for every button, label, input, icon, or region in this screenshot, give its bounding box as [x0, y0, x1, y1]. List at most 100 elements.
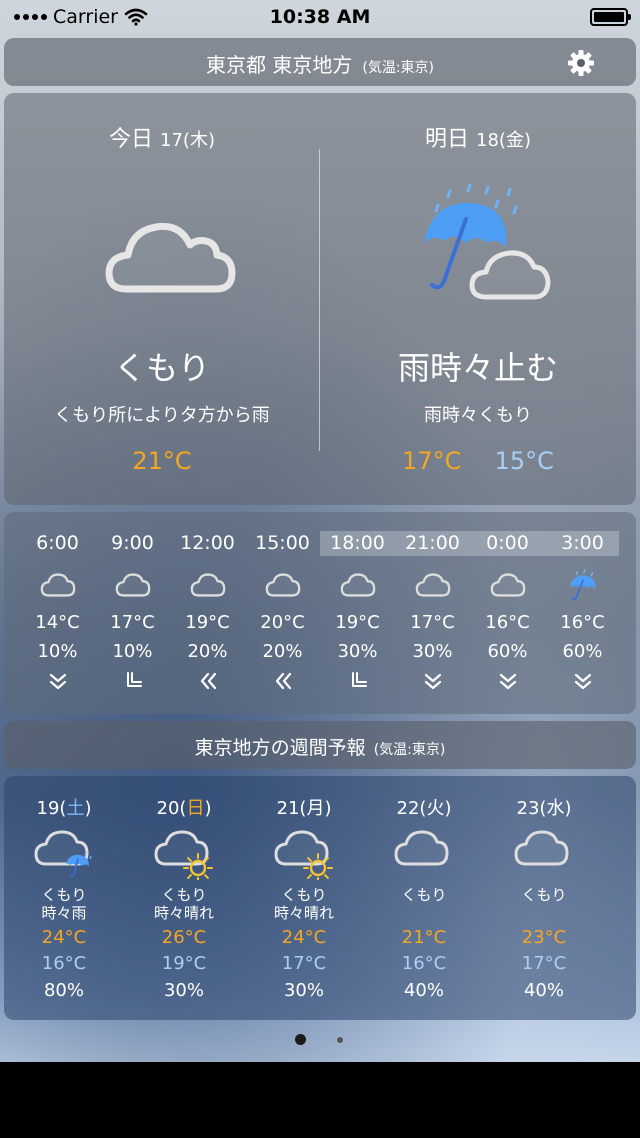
umbrella-icon	[564, 568, 602, 602]
tomorrow-condition: 雨時々止む	[397, 349, 558, 387]
today-tomorrow-panel: 今日 17(木) くもり くもり所によりタ方から雨 21°C 明日 18(金)	[4, 93, 636, 505]
weekly-condition: くもり	[521, 886, 567, 904]
hourly-forecast-panel: 6:00 14°C 10% 9:00 17°C 10% 12:00 19°C 2…	[4, 512, 636, 714]
weekly-high-temp: 24°C	[41, 927, 87, 948]
cloud-icon	[264, 568, 302, 602]
weekly-pop: 40%	[523, 980, 564, 1001]
hourly-pop: 60%	[487, 641, 528, 662]
double-chevron-down-icon	[572, 670, 594, 692]
hourly-pop: 10%	[112, 641, 153, 662]
bottom-bar	[0, 1062, 640, 1138]
cloud-sun-icon	[154, 824, 216, 883]
hourly-item: 0:00 16°C 60%	[470, 512, 545, 714]
tomorrow-label: 明日	[425, 127, 470, 152]
weekly-high-temp: 24°C	[281, 927, 327, 948]
weekly-date: 23(水)	[516, 798, 572, 819]
settings-gear-icon[interactable]	[566, 48, 596, 78]
weekly-title-row: 東京地方の週間予報 (気温:東京)	[4, 733, 636, 760]
cloud-icon	[514, 824, 576, 880]
weekly-subtitle: (気温:東京)	[373, 742, 446, 758]
hourly-pop: 10%	[37, 641, 78, 662]
page-dot-inactive[interactable]	[337, 1037, 343, 1043]
weekly-high-temp: 21°C	[401, 927, 447, 948]
weekly-title: 東京地方の週間予報	[194, 737, 366, 759]
hourly-time: 12:00	[180, 532, 235, 554]
weekly-condition: くもり 時々雨	[41, 886, 87, 922]
hourly-item: 6:00 14°C 10%	[20, 512, 95, 714]
cloud-icon	[105, 222, 236, 293]
corner-arrow-icon	[122, 670, 144, 692]
umbrella-rain-cloud-icon	[424, 183, 551, 300]
battery-icon	[590, 8, 631, 26]
weekly-condition: くもり	[401, 886, 447, 904]
today-high-temp: 21°C	[132, 447, 192, 475]
tomorrow-high-temp: 17°C	[402, 447, 462, 475]
today-date: 17(木)	[160, 130, 215, 151]
weekly-condition: くもり 時々晴れ	[273, 886, 334, 922]
status-bar: Carrier 10:38 AM	[0, 0, 640, 34]
weekly-weekday: 月	[306, 798, 325, 819]
weekly-pop: 80%	[43, 980, 84, 1001]
cloud-icon	[339, 568, 377, 602]
hourly-pop: 30%	[412, 641, 453, 662]
tomorrow-heading: 明日 18(金)	[320, 121, 636, 153]
weekly-high-temp: 23°C	[521, 927, 567, 948]
double-chevron-down-icon	[497, 670, 519, 692]
hourly-pop: 30%	[337, 641, 378, 662]
cloud-icon	[414, 568, 452, 602]
cloud-icon	[114, 568, 152, 602]
hourly-item: 9:00 17°C 10%	[95, 512, 170, 714]
weekly-low-temp: 16°C	[401, 953, 447, 974]
location-subtitle: (気温:東京)	[362, 60, 434, 76]
hourly-pop: 20%	[262, 641, 303, 662]
hourly-pop: 60%	[562, 641, 603, 662]
weekly-day-item: 23(水) くもり 23°C 17°C 40%	[484, 776, 604, 1020]
weekly-low-temp: 16°C	[41, 953, 87, 974]
weekly-high-temp: 26°C	[161, 927, 207, 948]
page-indicator[interactable]	[0, 1032, 640, 1046]
hourly-temp: 19°C	[185, 612, 230, 633]
weekly-weekday: 水	[546, 798, 565, 819]
today-temps: 21°C	[4, 447, 320, 475]
today-label: 今日	[109, 127, 154, 152]
weekly-date: 19(土)	[36, 798, 92, 819]
hourly-temp: 19°C	[335, 612, 380, 633]
hourly-temp: 14°C	[35, 612, 80, 633]
hourly-temp: 17°C	[110, 612, 155, 633]
weekly-date: 20(日)	[156, 798, 212, 819]
weekly-low-temp: 17°C	[281, 953, 327, 974]
status-time: 10:38 AM	[269, 6, 371, 28]
weekly-weekday: 土	[66, 798, 85, 819]
weekly-pop: 30%	[283, 980, 324, 1001]
hourly-time: 18:00	[330, 532, 385, 554]
location-title-row: 東京都 東京地方 (気温:東京)	[4, 49, 636, 78]
today-heading: 今日 17(木)	[4, 121, 320, 153]
hourly-item: 21:00 17°C 30%	[395, 512, 470, 714]
hourly-temp: 16°C	[485, 612, 530, 633]
weekly-forecast-panel: 19(土) くもり 時々雨 24°C 16°C 80% 20(日) くもり 時々晴れ…	[4, 776, 636, 1020]
hourly-temp: 20°C	[260, 612, 305, 633]
today-detail: くもり所によりタ方から雨	[54, 405, 270, 426]
page-dot-active[interactable]	[295, 1034, 306, 1045]
weekly-day-item: 20(日) くもり 時々晴れ 26°C 19°C 30%	[124, 776, 244, 1020]
tomorrow-detail: 雨時々くもり	[424, 405, 532, 426]
hourly-time: 3:00	[561, 532, 604, 554]
hourly-time: 15:00	[255, 532, 310, 554]
double-chevron-down-icon	[422, 670, 444, 692]
double-chevron-left-icon	[197, 670, 219, 692]
hourly-item: 15:00 20°C 20%	[245, 512, 320, 714]
weekly-day-item: 19(土) くもり 時々雨 24°C 16°C 80%	[4, 776, 124, 1020]
hourly-time: 21:00	[405, 532, 460, 554]
weekly-low-temp: 19°C	[161, 953, 207, 974]
weekly-condition: くもり 時々晴れ	[153, 886, 214, 922]
hourly-temp: 16°C	[560, 612, 605, 633]
hourly-pop: 20%	[187, 641, 228, 662]
hourly-temp: 17°C	[410, 612, 455, 633]
hourly-item: 12:00 19°C 20%	[170, 512, 245, 714]
hourly-time: 6:00	[36, 532, 79, 554]
double-chevron-left-icon	[272, 670, 294, 692]
cloud-umbrella-icon	[34, 824, 96, 880]
weekly-day-item: 21(月) くもり 時々晴れ 24°C 17°C 30%	[244, 776, 364, 1020]
cloud-icon	[39, 568, 77, 602]
cloud-icon	[489, 568, 527, 602]
